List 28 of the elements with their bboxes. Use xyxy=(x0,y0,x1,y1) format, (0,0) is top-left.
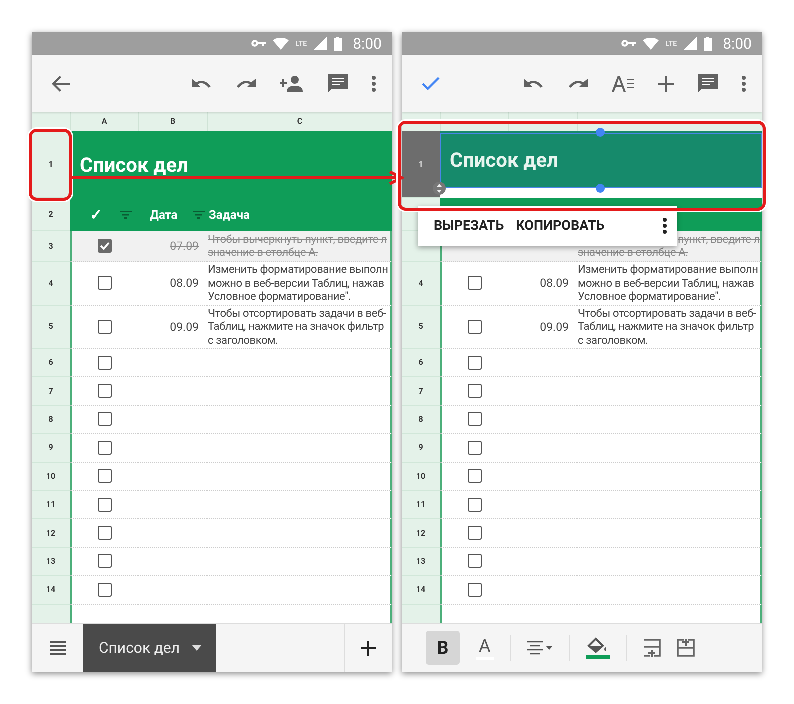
clock-time: 8:00 xyxy=(723,34,752,52)
task-text: пункт, введите л xyxy=(677,232,760,246)
task-text: с заголовком. xyxy=(578,334,650,347)
date-text: 07.09 xyxy=(170,239,199,253)
task-text: Чтобы вычеркнуть пункт, введите л xyxy=(208,232,388,246)
task-text: Таблиц, нажмите на значок фильтр xyxy=(208,320,386,334)
task-text: Чтобы отсортировать задачи в веб- xyxy=(578,306,756,320)
task-text: Чтобы отсортировать задачи в веб- xyxy=(208,306,386,320)
task-text: значение в столбце А. xyxy=(208,246,320,260)
task-text: Изменить форматирование выполн xyxy=(578,263,758,276)
task-text: можно в веб-версии Таблиц, нажав xyxy=(578,276,756,290)
task-text: Условное форматирование". xyxy=(578,290,722,304)
task-text: Условное форматирование". xyxy=(208,290,352,304)
date-text: 08.09 xyxy=(170,276,199,290)
task-text: с заголовком. xyxy=(208,334,280,347)
clock-time: 8:00 xyxy=(353,34,382,52)
task-text: можно в веб-версии Таблиц, нажав xyxy=(208,276,386,290)
task-text: Изменить форматирование выполн xyxy=(208,263,388,276)
column-title: Задача xyxy=(209,208,250,222)
date-text: 09.09 xyxy=(540,320,569,334)
column-title: ✓ xyxy=(90,206,103,224)
date-text: 08.09 xyxy=(540,276,569,290)
sheet-title: Список дел xyxy=(450,148,558,172)
task-text: Таблиц, нажмите на значок фильтр xyxy=(578,320,756,334)
column-title: Дата xyxy=(150,208,178,222)
sheet-title: Список дел xyxy=(80,152,188,176)
date-text: 09.09 xyxy=(170,320,199,334)
task-text: значение в столбце А. xyxy=(578,246,690,260)
